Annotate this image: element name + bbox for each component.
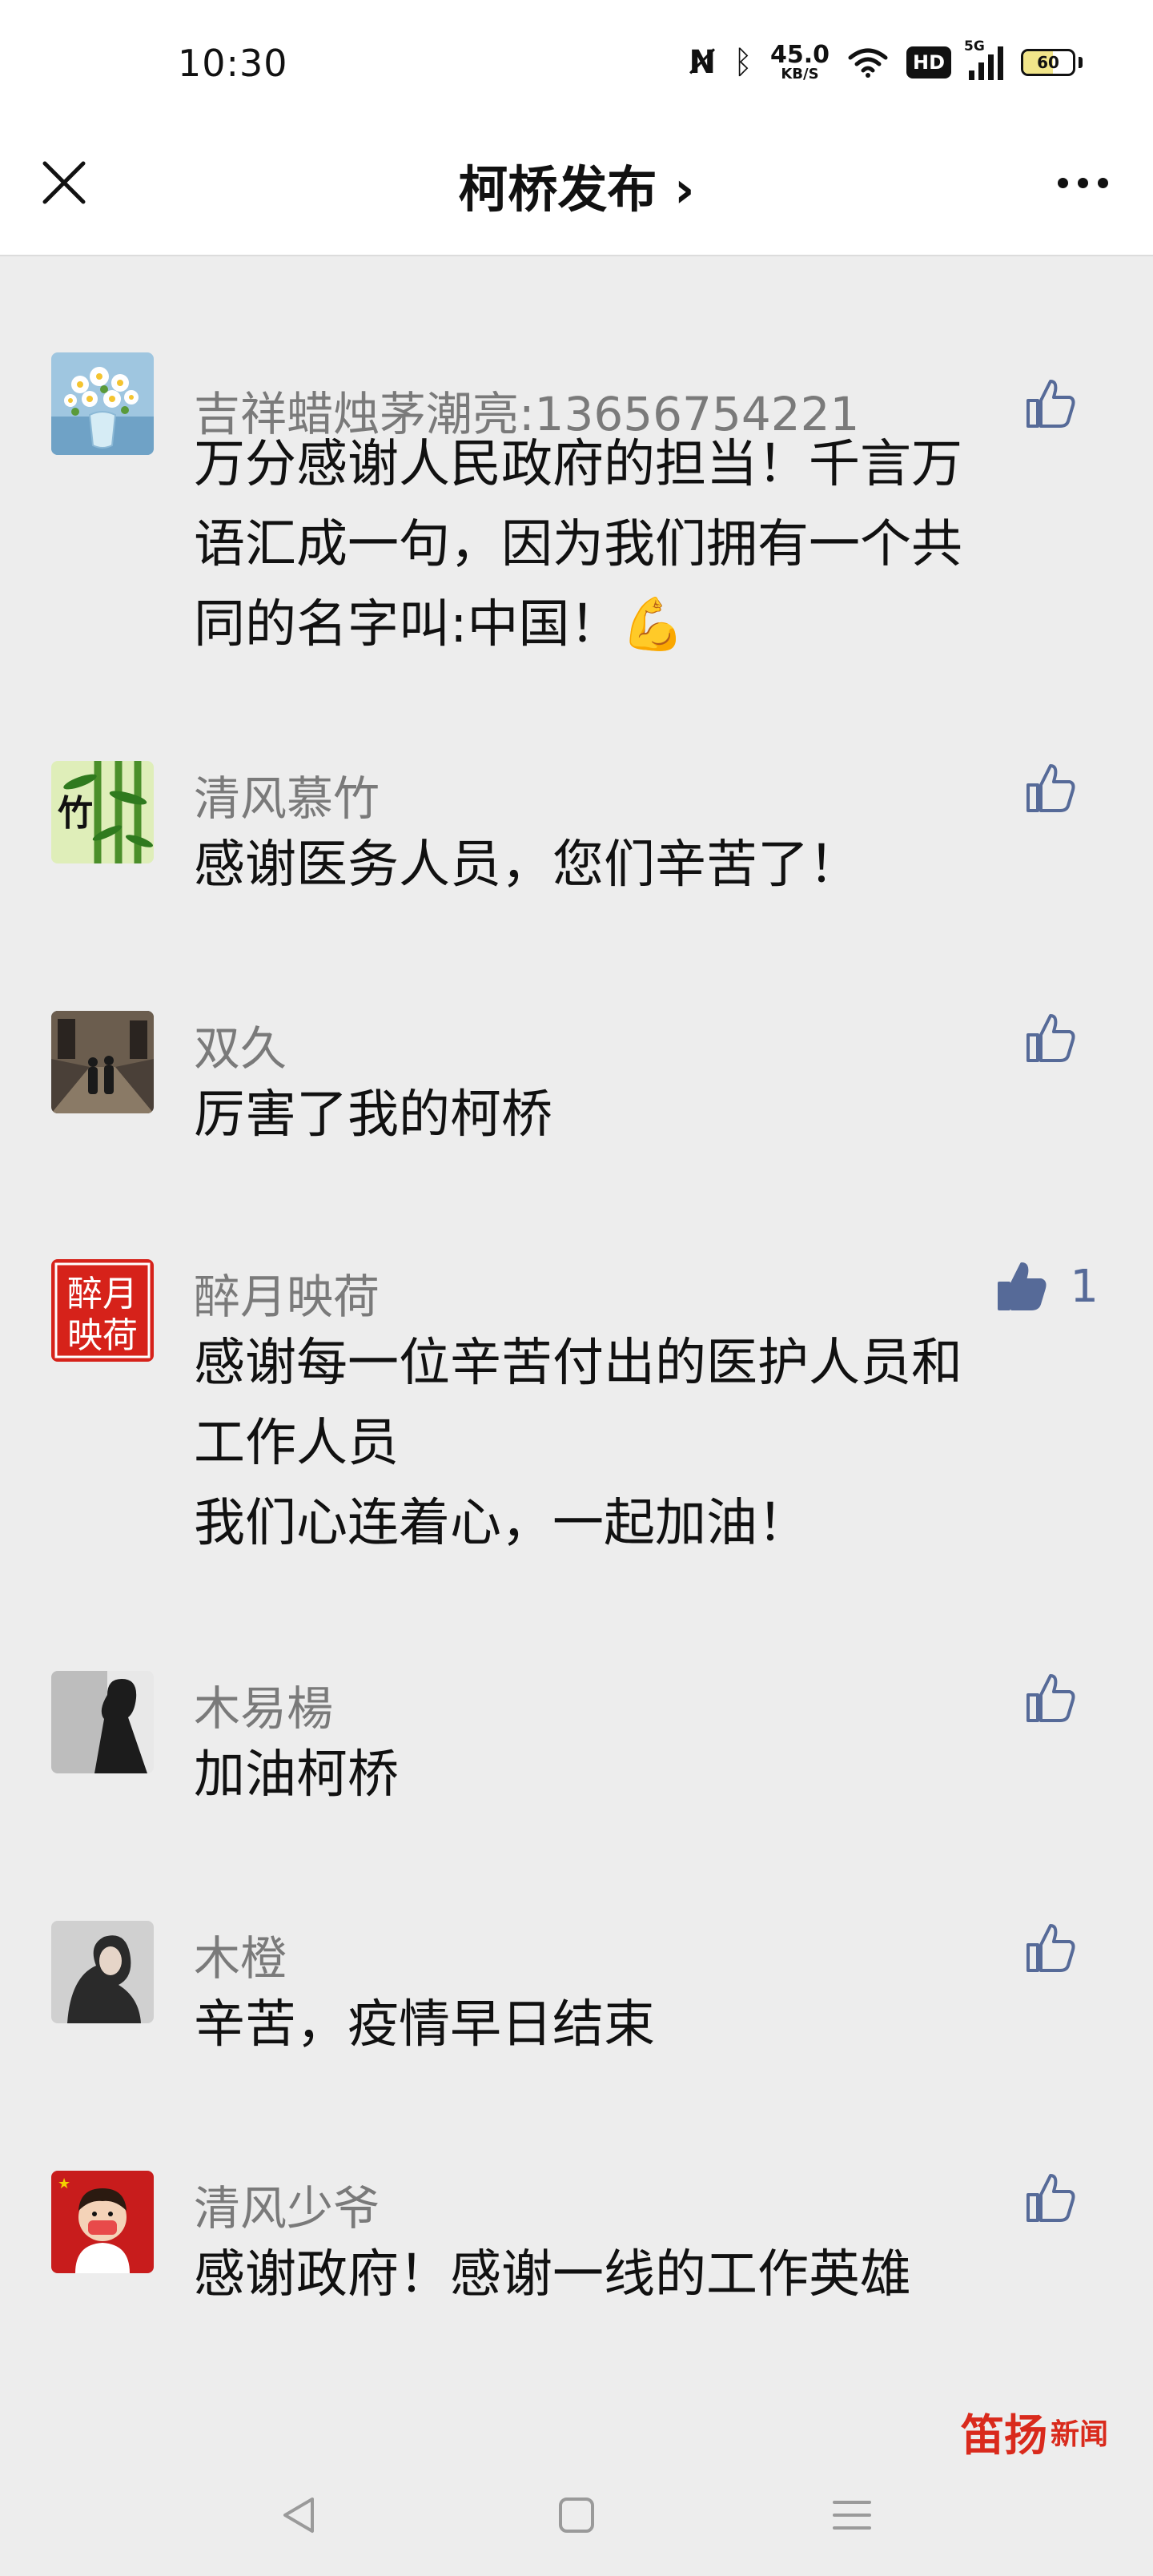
thumbs-up-icon [1026,1674,1075,1722]
status-time: 10:30 [178,42,288,85]
comment-text: 厉害了我的柯桥 [194,1085,552,1145]
bluetooth-icon: ᛒ [733,44,753,81]
menu-lines-icon [833,2501,871,2530]
battery-level: 60 [1037,53,1059,72]
avatar[interactable] [51,1671,154,1773]
bamboo-avatar-image: 竹 [51,761,154,863]
hd-badge: HD [906,46,951,78]
status-icons: N̸ ᛒ 45.0 KB/S HD 5G 60 [689,38,1083,87]
avatar[interactable]: 竹 [51,761,154,863]
avatar[interactable]: ★ [51,2171,154,2273]
thumbs-up-icon [1026,1014,1075,1062]
nav-header: 柯桥发布 › [0,128,1153,256]
comment-text: 感谢政府！感谢一线的工作英雄 [194,2245,911,2304]
page-title[interactable]: 柯桥发布 › [0,149,1153,221]
comment-author[interactable]: 木易楊 [194,1671,333,1738]
avatar[interactable]: 醉月 映荷 [51,1259,154,1362]
home-square-icon [559,2498,594,2533]
network-speed: 45.0 KB/S [770,43,830,82]
battery-cap [1079,57,1083,68]
thumbs-up-icon [1026,764,1075,812]
more-dot-icon [1077,177,1088,188]
comment-author[interactable]: 清风慕竹 [194,761,380,828]
signal-icon: 5G [964,38,1003,80]
home-key[interactable] [544,2483,609,2547]
comment-text: 感谢医务人员，您们辛苦了！ [194,835,860,895]
thumbs-up-filled-icon [998,1262,1047,1310]
thumbs-up-icon [1026,380,1075,428]
comment-author[interactable]: 清风少爷 [194,2171,380,2238]
silhouette-avatar-image [51,1671,154,1773]
battery-icon: 60 [1021,49,1075,76]
network-speed-value: 45.0 [769,41,830,69]
svg-text:映荷: 映荷 [67,1315,138,1356]
svg-text:★: ★ [58,2176,70,2192]
back-triangle-icon [283,2498,314,2533]
comment-author[interactable]: 木橙 [194,1921,287,1988]
like-button[interactable] [1022,1669,1099,1727]
red-seal-avatar-image: 醉月 映荷 [51,1259,154,1362]
signal-label: 5G [964,38,985,54]
like-button[interactable] [1022,759,1099,817]
watermark-logo: 笛扬 [961,2409,1047,2461]
svg-text:醉月: 醉月 [67,1274,138,1314]
thumbs-up-icon [1026,2174,1075,2222]
comment-text: 加油柯桥 [194,1745,399,1805]
system-nav-bar [0,2451,1153,2576]
network-speed-unit: KB/S [781,66,819,83]
comment-author[interactable]: 双久 [194,1011,287,1078]
avatar[interactable] [51,352,154,455]
like-button[interactable] [1022,1009,1099,1067]
watermark-label: 新闻 [1051,2417,1109,2451]
like-button[interactable] [1022,375,1099,433]
like-count: 1 [1070,1260,1099,1313]
like-button[interactable]: 1 [993,1258,1099,1315]
comment-text: 感谢每一位辛苦付出的医护人员和 工作人员 我们心连着心，一起加油！ [194,1334,962,1553]
comment-text: 万分感谢人民政府的担当！千言万 语汇成一句，因为我们拥有一个共 同的名字叫:中国… [194,435,962,654]
wifi-icon [848,48,888,78]
more-options-button[interactable] [1044,151,1121,215]
comment-author[interactable]: 醉月映荷 [194,1259,380,1326]
menu-key[interactable] [820,2483,884,2547]
avatar[interactable] [51,1011,154,1113]
news-watermark: 笛扬 新闻 [961,2400,1108,2463]
like-button[interactable] [1022,2169,1099,2227]
more-dot-icon [1097,177,1108,188]
portrait-avatar-image [51,1921,154,2023]
status-bar: 10:30 N̸ ᛒ 45.0 KB/S HD 5G 60 [0,0,1153,128]
more-dot-icon [1057,177,1068,188]
svg-text:竹: 竹 [58,793,93,834]
flower-vase-avatar-image [51,352,154,455]
avatar[interactable] [51,1921,154,2023]
nfc-icon: N̸ [689,44,716,81]
comment-text: 辛苦，疫情早日结束 [194,1995,655,2055]
back-key[interactable] [267,2483,331,2547]
street-photo-avatar-image [51,1011,154,1113]
cartoon-avatar-image: ★ [51,2171,154,2273]
thumbs-up-icon [1026,1924,1075,1972]
like-button[interactable] [1022,1919,1099,1977]
